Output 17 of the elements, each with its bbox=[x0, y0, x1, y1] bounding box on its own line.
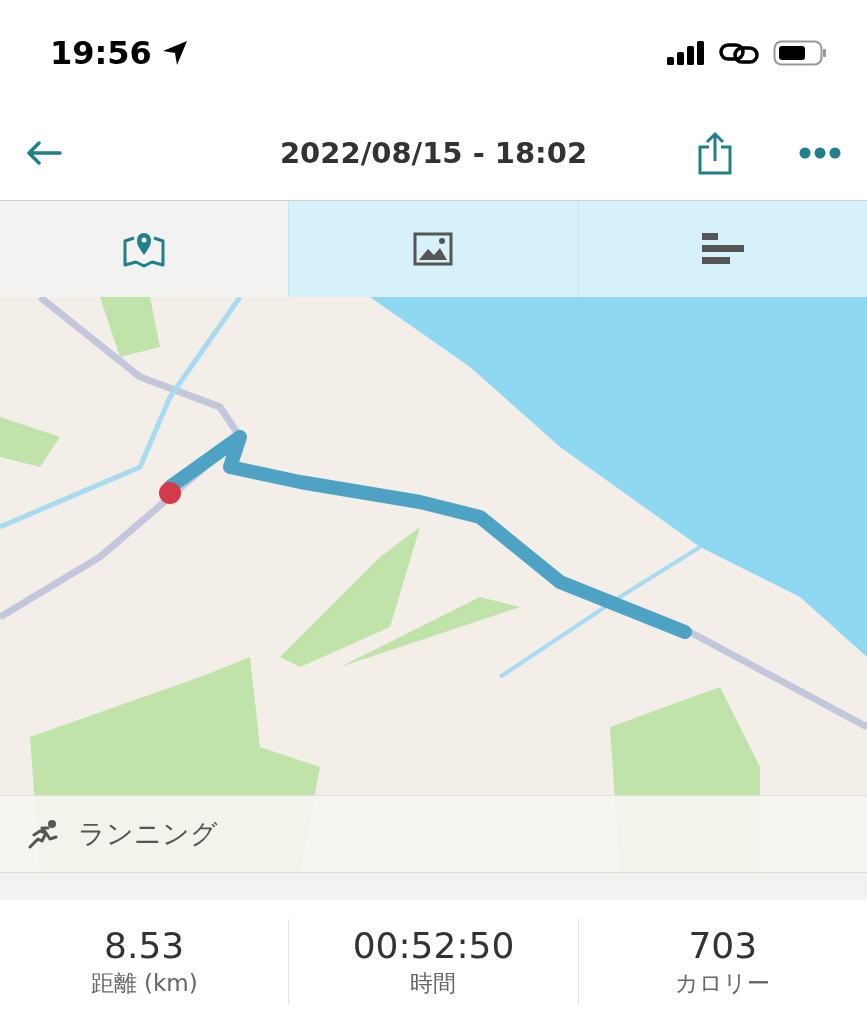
stat-label: 時間 bbox=[410, 969, 457, 998]
status-time: 19:56 bbox=[50, 33, 152, 72]
image-icon bbox=[413, 232, 454, 266]
stat-label: カロリー bbox=[675, 969, 771, 998]
view-tab[interactable] bbox=[578, 201, 867, 297]
bar-chart-icon bbox=[701, 233, 744, 265]
stat-value: 8.53 bbox=[104, 925, 185, 966]
header-title: 2022/08/15 - 18:02 bbox=[279, 135, 588, 170]
runner-icon bbox=[28, 819, 60, 849]
location-arrow-icon bbox=[161, 39, 188, 66]
battery-icon bbox=[773, 39, 827, 66]
stat-label: 距離 (km) bbox=[90, 969, 198, 998]
activity-type: ランニング bbox=[78, 817, 218, 851]
signal-icon bbox=[667, 40, 705, 65]
link-icon bbox=[719, 40, 759, 65]
stat-value: 703 bbox=[688, 925, 758, 966]
stat-value: 00:52:50 bbox=[352, 925, 515, 966]
